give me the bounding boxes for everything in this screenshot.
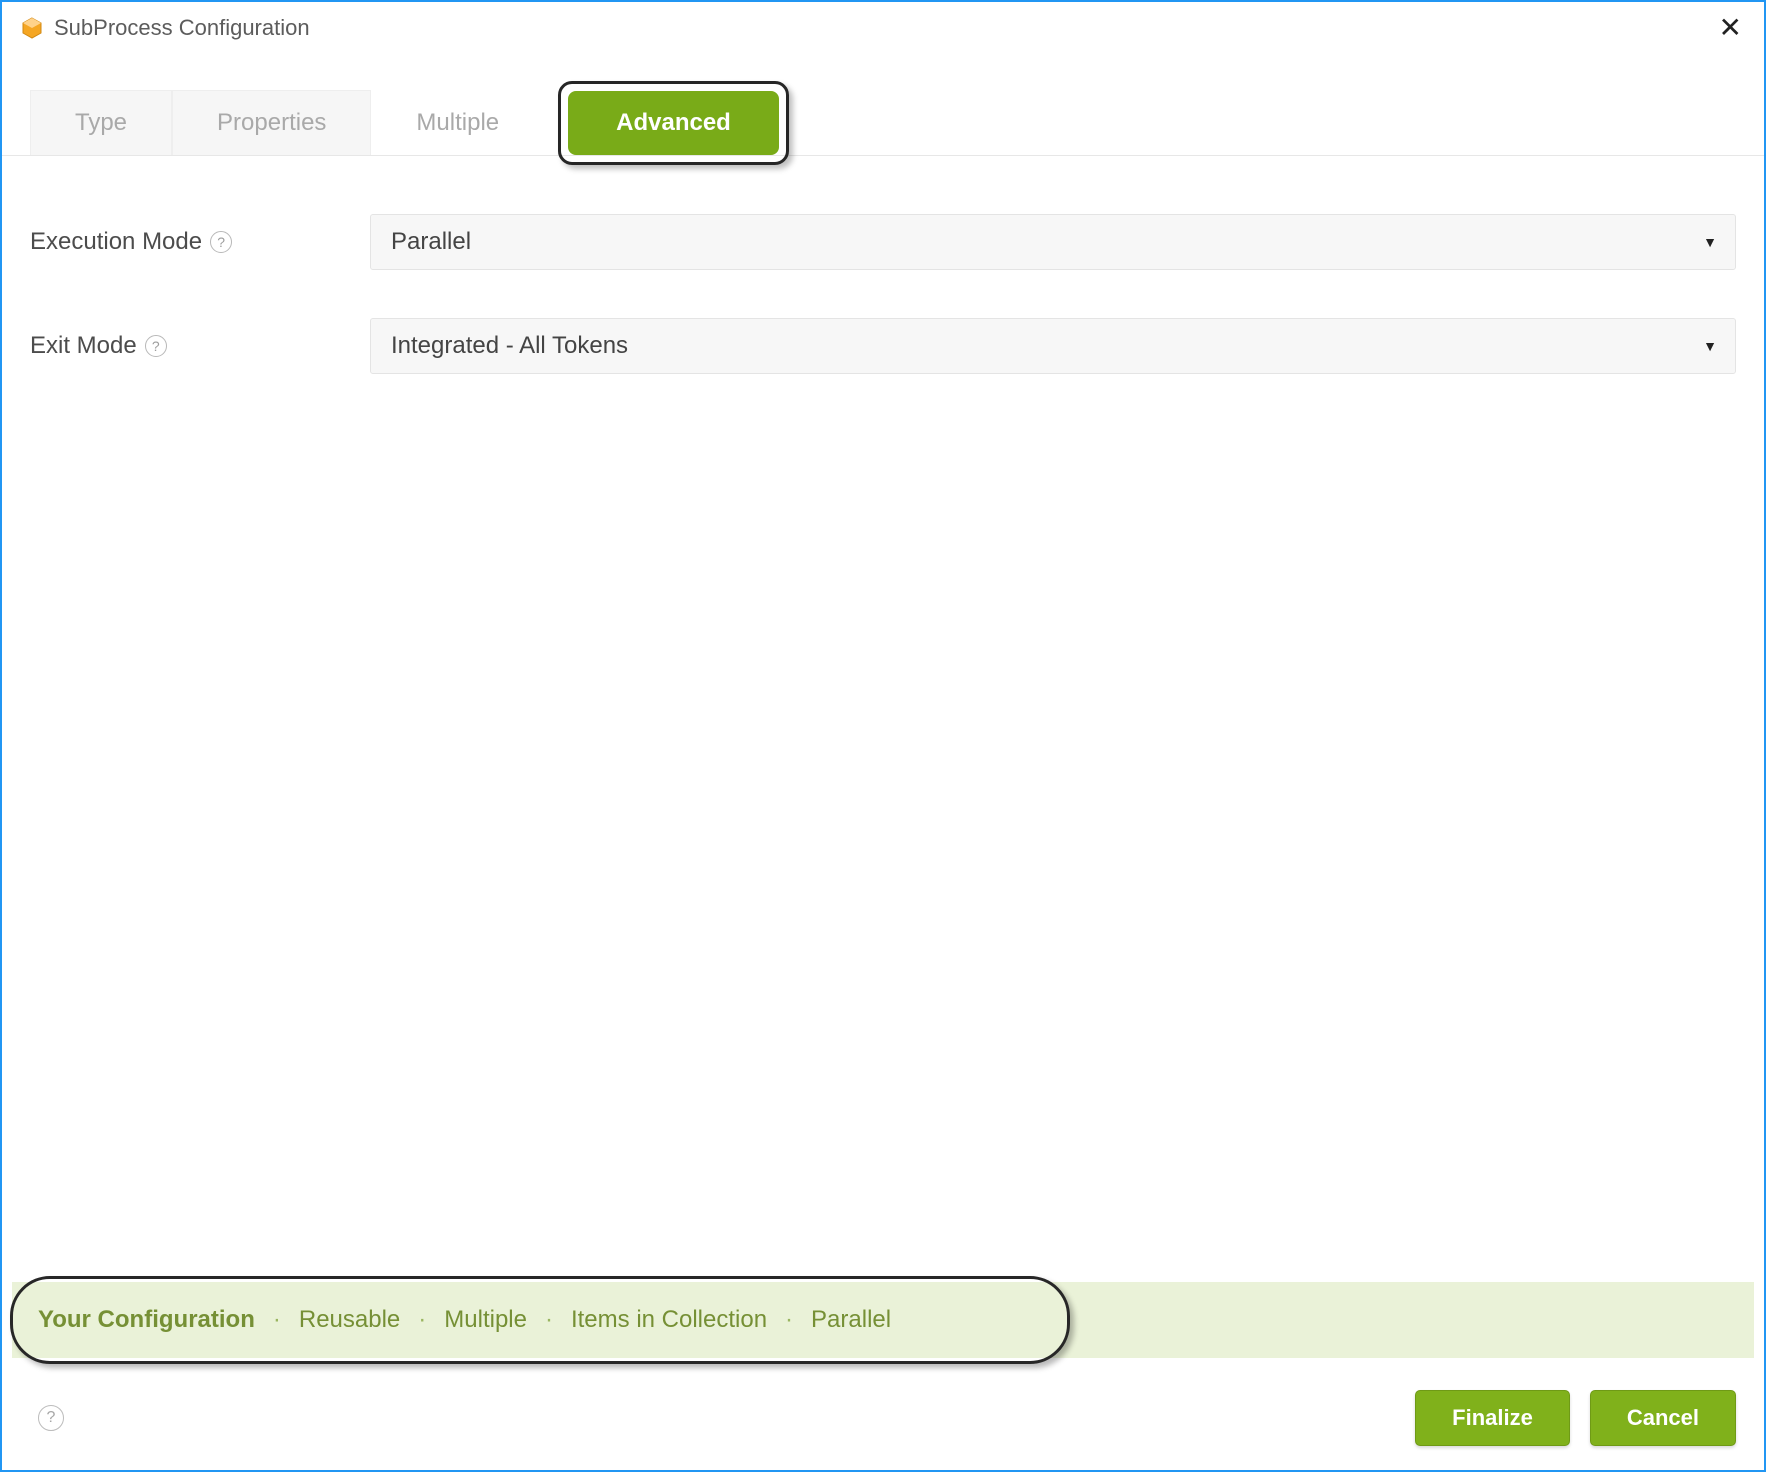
config-summary-item: Multiple (444, 1306, 527, 1334)
app-icon (20, 16, 44, 40)
row-execution-mode: Execution Mode ? Parallel ▼ (30, 214, 1736, 270)
select-exit-mode[interactable]: Integrated - All Tokens ▼ (370, 318, 1736, 374)
close-icon[interactable]: ✕ (1715, 14, 1746, 42)
finalize-button[interactable]: Finalize (1415, 1390, 1570, 1446)
form-area: Execution Mode ? Parallel ▼ Exit Mode ? … (2, 156, 1764, 374)
config-summary-heading: Your Configuration (38, 1306, 255, 1334)
titlebar: SubProcess Configuration ✕ (2, 2, 1764, 46)
help-icon[interactable]: ? (210, 231, 232, 253)
tabs: Type Properties Multiple Advanced (2, 90, 1764, 156)
tab-properties[interactable]: Properties (172, 90, 371, 155)
window-title: SubProcess Configuration (54, 15, 310, 41)
config-summary-item: Reusable (299, 1306, 400, 1334)
help-icon[interactable]: ? (38, 1405, 64, 1431)
footer: ? Finalize Cancel (2, 1372, 1764, 1470)
cancel-button[interactable]: Cancel (1590, 1390, 1736, 1446)
tab-type[interactable]: Type (30, 90, 172, 155)
row-exit-mode: Exit Mode ? Integrated - All Tokens ▼ (30, 318, 1736, 374)
label-exit-mode: Exit Mode ? (30, 332, 370, 360)
label-execution-mode: Execution Mode ? (30, 228, 370, 256)
config-summary-bar: Your Configuration · Reusable · Multiple… (12, 1282, 1754, 1358)
tab-multiple[interactable]: Multiple (371, 90, 544, 155)
chevron-down-icon: ▼ (1703, 234, 1717, 250)
config-summary-item: Items in Collection (571, 1306, 767, 1334)
tab-advanced[interactable]: Advanced (568, 91, 779, 155)
help-icon[interactable]: ? (145, 335, 167, 357)
select-execution-mode[interactable]: Parallel ▼ (370, 214, 1736, 270)
chevron-down-icon: ▼ (1703, 338, 1717, 354)
config-summary-item: Parallel (811, 1306, 891, 1334)
